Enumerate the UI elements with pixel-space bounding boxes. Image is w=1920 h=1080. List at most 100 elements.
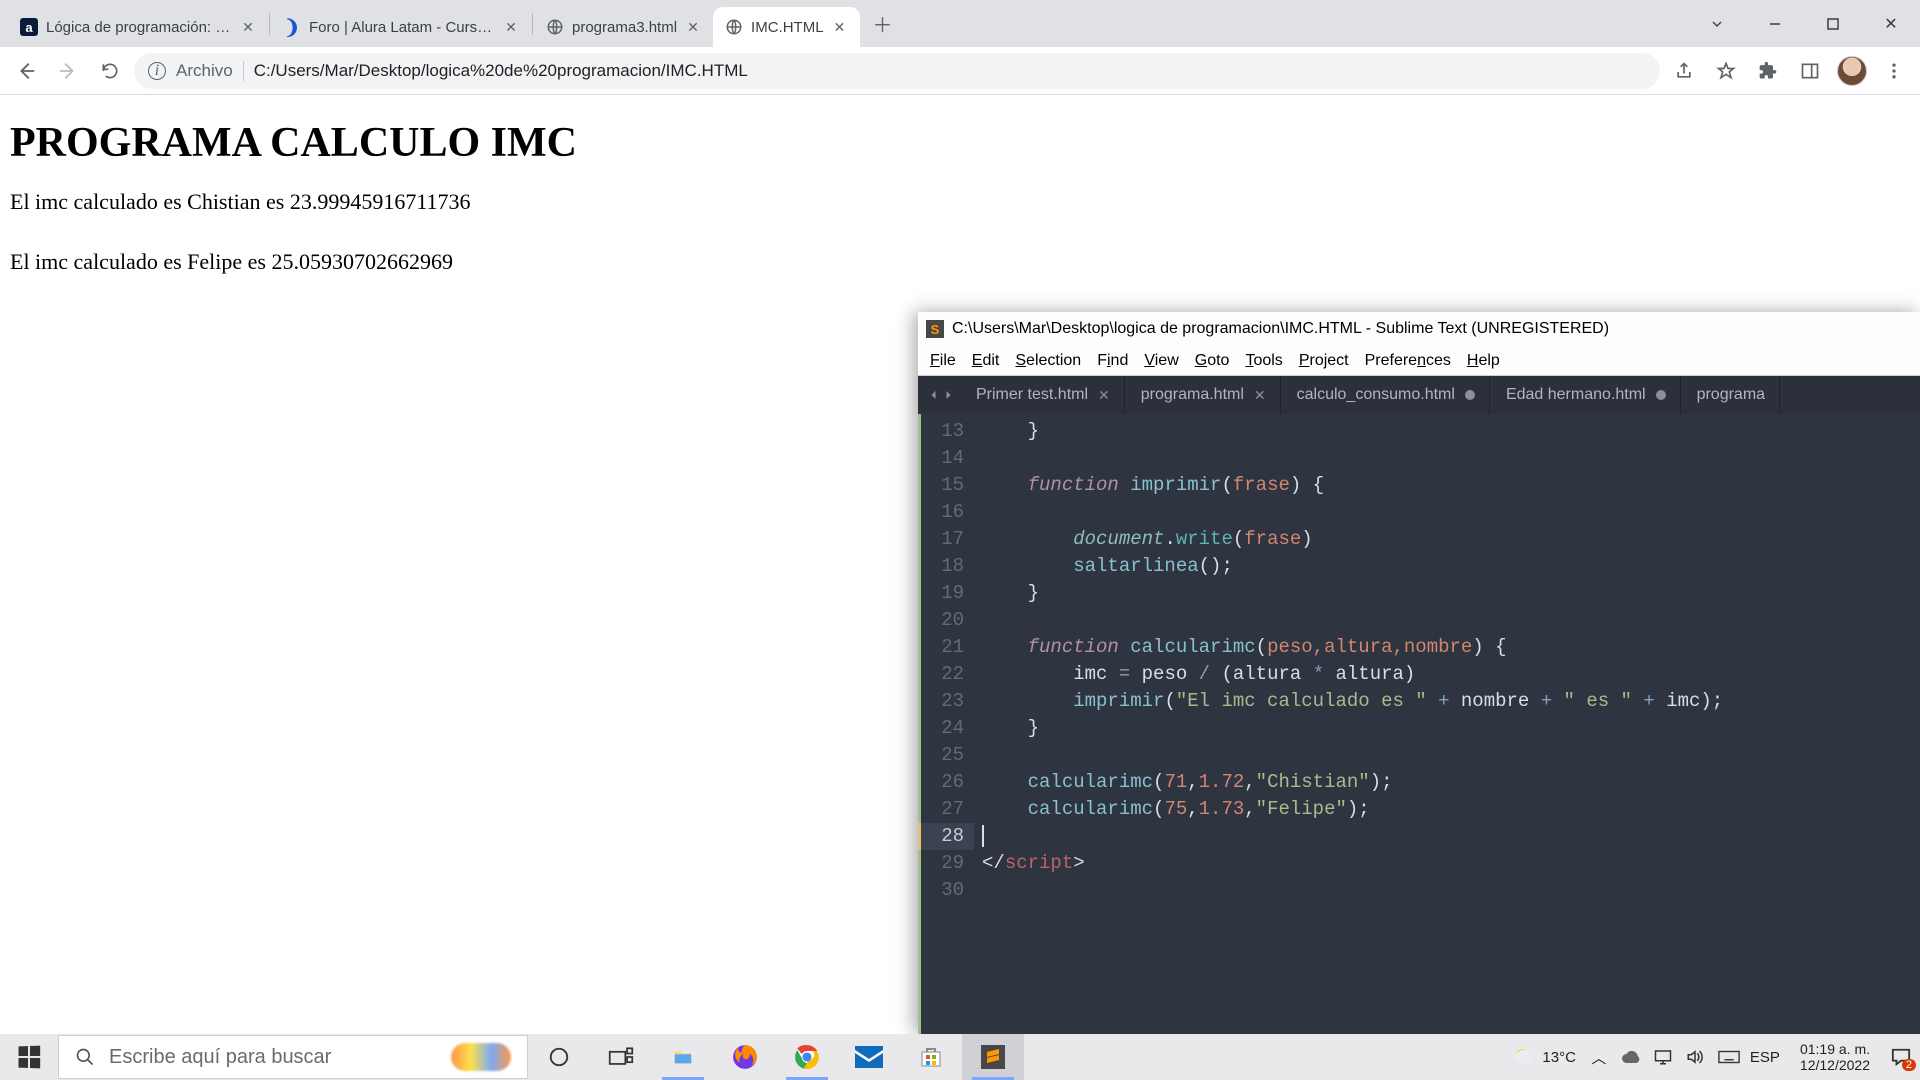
weather-temp: 13°C — [1542, 1049, 1576, 1066]
clock-time: 01:19 a. m. — [1800, 1041, 1870, 1057]
window-close-button[interactable]: ✕ — [1862, 4, 1920, 44]
dirty-dot-icon — [1656, 390, 1666, 400]
share-button[interactable] — [1666, 53, 1702, 89]
close-icon[interactable]: ✕ — [1254, 387, 1266, 404]
clock-date: 12/12/2022 — [1800, 1057, 1870, 1073]
search-icon — [75, 1047, 95, 1067]
nav-reload-button[interactable] — [92, 53, 128, 89]
tab-close-icon[interactable]: ✕ — [503, 19, 519, 35]
text-cursor — [982, 825, 984, 847]
browser-toolbar: i Archivo C:/Users/Mar/Desktop/logica%20… — [0, 47, 1920, 95]
sublime-titlebar[interactable]: S C:\Users\Mar\Desktop\logica de program… — [918, 312, 1920, 346]
firefox-icon[interactable] — [714, 1034, 776, 1080]
sublime-tab-nav[interactable] — [922, 389, 960, 401]
sublime-editor[interactable]: 131415161718192021222324252627282930 } f… — [918, 414, 1920, 1034]
globe-icon — [546, 18, 564, 36]
sublime-tab-label: Primer test.html — [976, 386, 1088, 404]
windows-taskbar: Escribe aquí para buscar 13°C ︿ ESP 01:1… — [0, 1034, 1920, 1080]
sublime-tabbar: Primer test.html ✕ programa.html ✕ calculo… — [918, 376, 1920, 414]
chrome-icon[interactable] — [776, 1034, 838, 1080]
sublime-tab-0[interactable]: Primer test.html ✕ — [962, 376, 1125, 414]
sublime-tab-label: programa — [1697, 386, 1765, 404]
menu-view[interactable]: View — [1138, 350, 1184, 372]
tab-label: Foro | Alura Latam - Cursos online — [309, 19, 495, 36]
taskbar-clock[interactable]: 01:19 a. m. 12/12/2022 — [1794, 1041, 1876, 1073]
browser-tab-3[interactable]: IMC.HTML ✕ — [713, 7, 860, 47]
taskbar-search[interactable]: Escribe aquí para buscar — [58, 1035, 528, 1079]
keyboard-icon[interactable] — [1718, 1050, 1736, 1064]
tab-close-icon[interactable]: ✕ — [240, 19, 256, 35]
output-line-1: El imc calculado es Chistian es 23.99945… — [10, 189, 1910, 215]
sublime-tab-label: programa.html — [1141, 386, 1244, 404]
output-line-2: El imc calculado es Felipe es 25.0593070… — [10, 249, 1910, 275]
start-button[interactable] — [0, 1034, 58, 1080]
dirty-dot-icon — [1465, 390, 1475, 400]
tab-close-icon[interactable]: ✕ — [685, 19, 701, 35]
separator — [243, 61, 244, 81]
onedrive-icon[interactable] — [1622, 1050, 1640, 1064]
microsoft-store-icon[interactable] — [900, 1034, 962, 1080]
window-maximize-button[interactable] — [1804, 4, 1862, 44]
tab-close-icon[interactable]: ✕ — [832, 19, 848, 35]
tab-search-button[interactable] — [1688, 4, 1746, 44]
sublime-window: S C:\Users\Mar\Desktop\logica de program… — [918, 312, 1920, 1034]
code-area[interactable]: } function imprimir(frase) { document.wr… — [974, 414, 1920, 1034]
menu-help[interactable]: Help — [1461, 350, 1506, 372]
nav-forward-button[interactable] — [50, 53, 86, 89]
tab-label: Lógica de programación: Primero — [46, 19, 232, 36]
sublime-tab-label: calculo_consumo.html — [1297, 386, 1455, 404]
sublime-taskbar-icon[interactable] — [962, 1034, 1024, 1080]
browser-tab-0[interactable]: a Lógica de programación: Primero ✕ — [8, 7, 268, 47]
tray-chevron-icon[interactable]: ︿ — [1590, 1047, 1608, 1068]
browser-tab-2[interactable]: programa3.html ✕ — [534, 7, 713, 47]
menu-edit[interactable]: Edit — [966, 350, 1006, 372]
url-text: C:/Users/Mar/Desktop/logica%20de%20progr… — [254, 61, 748, 81]
bookmark-star-icon[interactable] — [1708, 53, 1744, 89]
input-language[interactable]: ESP — [1750, 1049, 1780, 1066]
menu-find[interactable]: Find — [1091, 350, 1134, 372]
side-panel-icon[interactable] — [1792, 53, 1828, 89]
sublime-tab-1[interactable]: programa.html ✕ — [1127, 376, 1281, 414]
menu-tools[interactable]: Tools — [1239, 350, 1288, 372]
profile-avatar[interactable] — [1834, 53, 1870, 89]
sublime-tab-4[interactable]: programa — [1683, 376, 1780, 414]
menu-selection[interactable]: Selection — [1009, 350, 1087, 372]
search-highlight-icon — [451, 1043, 511, 1071]
sublime-tab-2[interactable]: calculo_consumo.html — [1283, 376, 1490, 414]
tab-label: IMC.HTML — [751, 19, 824, 36]
window-controls: ✕ — [1688, 0, 1920, 47]
menu-preferences[interactable]: Preferences — [1359, 350, 1457, 372]
file-explorer-icon[interactable] — [652, 1034, 714, 1080]
extensions-icon[interactable] — [1750, 53, 1786, 89]
site-info-icon[interactable]: i — [148, 62, 166, 80]
favicon-forum: ❩ — [283, 18, 301, 36]
mail-icon[interactable] — [838, 1034, 900, 1080]
sublime-app-icon: S — [926, 320, 944, 338]
address-bar[interactable]: i Archivo C:/Users/Mar/Desktop/logica%20… — [134, 53, 1660, 89]
action-center-icon[interactable]: 2 — [1890, 1047, 1912, 1067]
favicon-alura: a — [20, 18, 38, 36]
windows-logo-icon — [19, 1046, 41, 1069]
taskbar-apps — [528, 1034, 1024, 1080]
volume-icon[interactable] — [1686, 1049, 1704, 1065]
menu-file[interactable]: File — [924, 350, 962, 372]
kebab-menu-icon[interactable] — [1876, 53, 1912, 89]
system-tray: 13°C ︿ ESP 01:19 a. m. 12/12/2022 2 — [1504, 1041, 1920, 1073]
page-heading: PROGRAMA CALCULO IMC — [10, 119, 1910, 167]
new-tab-button[interactable]: ＋ — [866, 7, 900, 41]
display-icon[interactable] — [1654, 1049, 1672, 1065]
globe-icon — [725, 18, 743, 36]
nav-back-button[interactable] — [8, 53, 44, 89]
sublime-tab-3[interactable]: Edad hermano.html — [1492, 376, 1681, 414]
tab-label: programa3.html — [572, 19, 677, 36]
weather-widget[interactable]: 13°C — [1512, 1045, 1576, 1069]
cortana-icon[interactable] — [528, 1034, 590, 1080]
browser-tab-1[interactable]: ❩ Foro | Alura Latam - Cursos online ✕ — [271, 7, 531, 47]
close-icon[interactable]: ✕ — [1098, 387, 1110, 404]
window-minimize-button[interactable] — [1746, 4, 1804, 44]
menu-goto[interactable]: Goto — [1189, 350, 1236, 372]
menu-project[interactable]: Project — [1293, 350, 1355, 372]
browser-titlebar: a Lógica de programación: Primero ✕ ❩ Fo… — [0, 0, 1920, 47]
browser-tabstrip: a Lógica de programación: Primero ✕ ❩ Fo… — [0, 0, 1688, 47]
task-view-icon[interactable] — [590, 1034, 652, 1080]
